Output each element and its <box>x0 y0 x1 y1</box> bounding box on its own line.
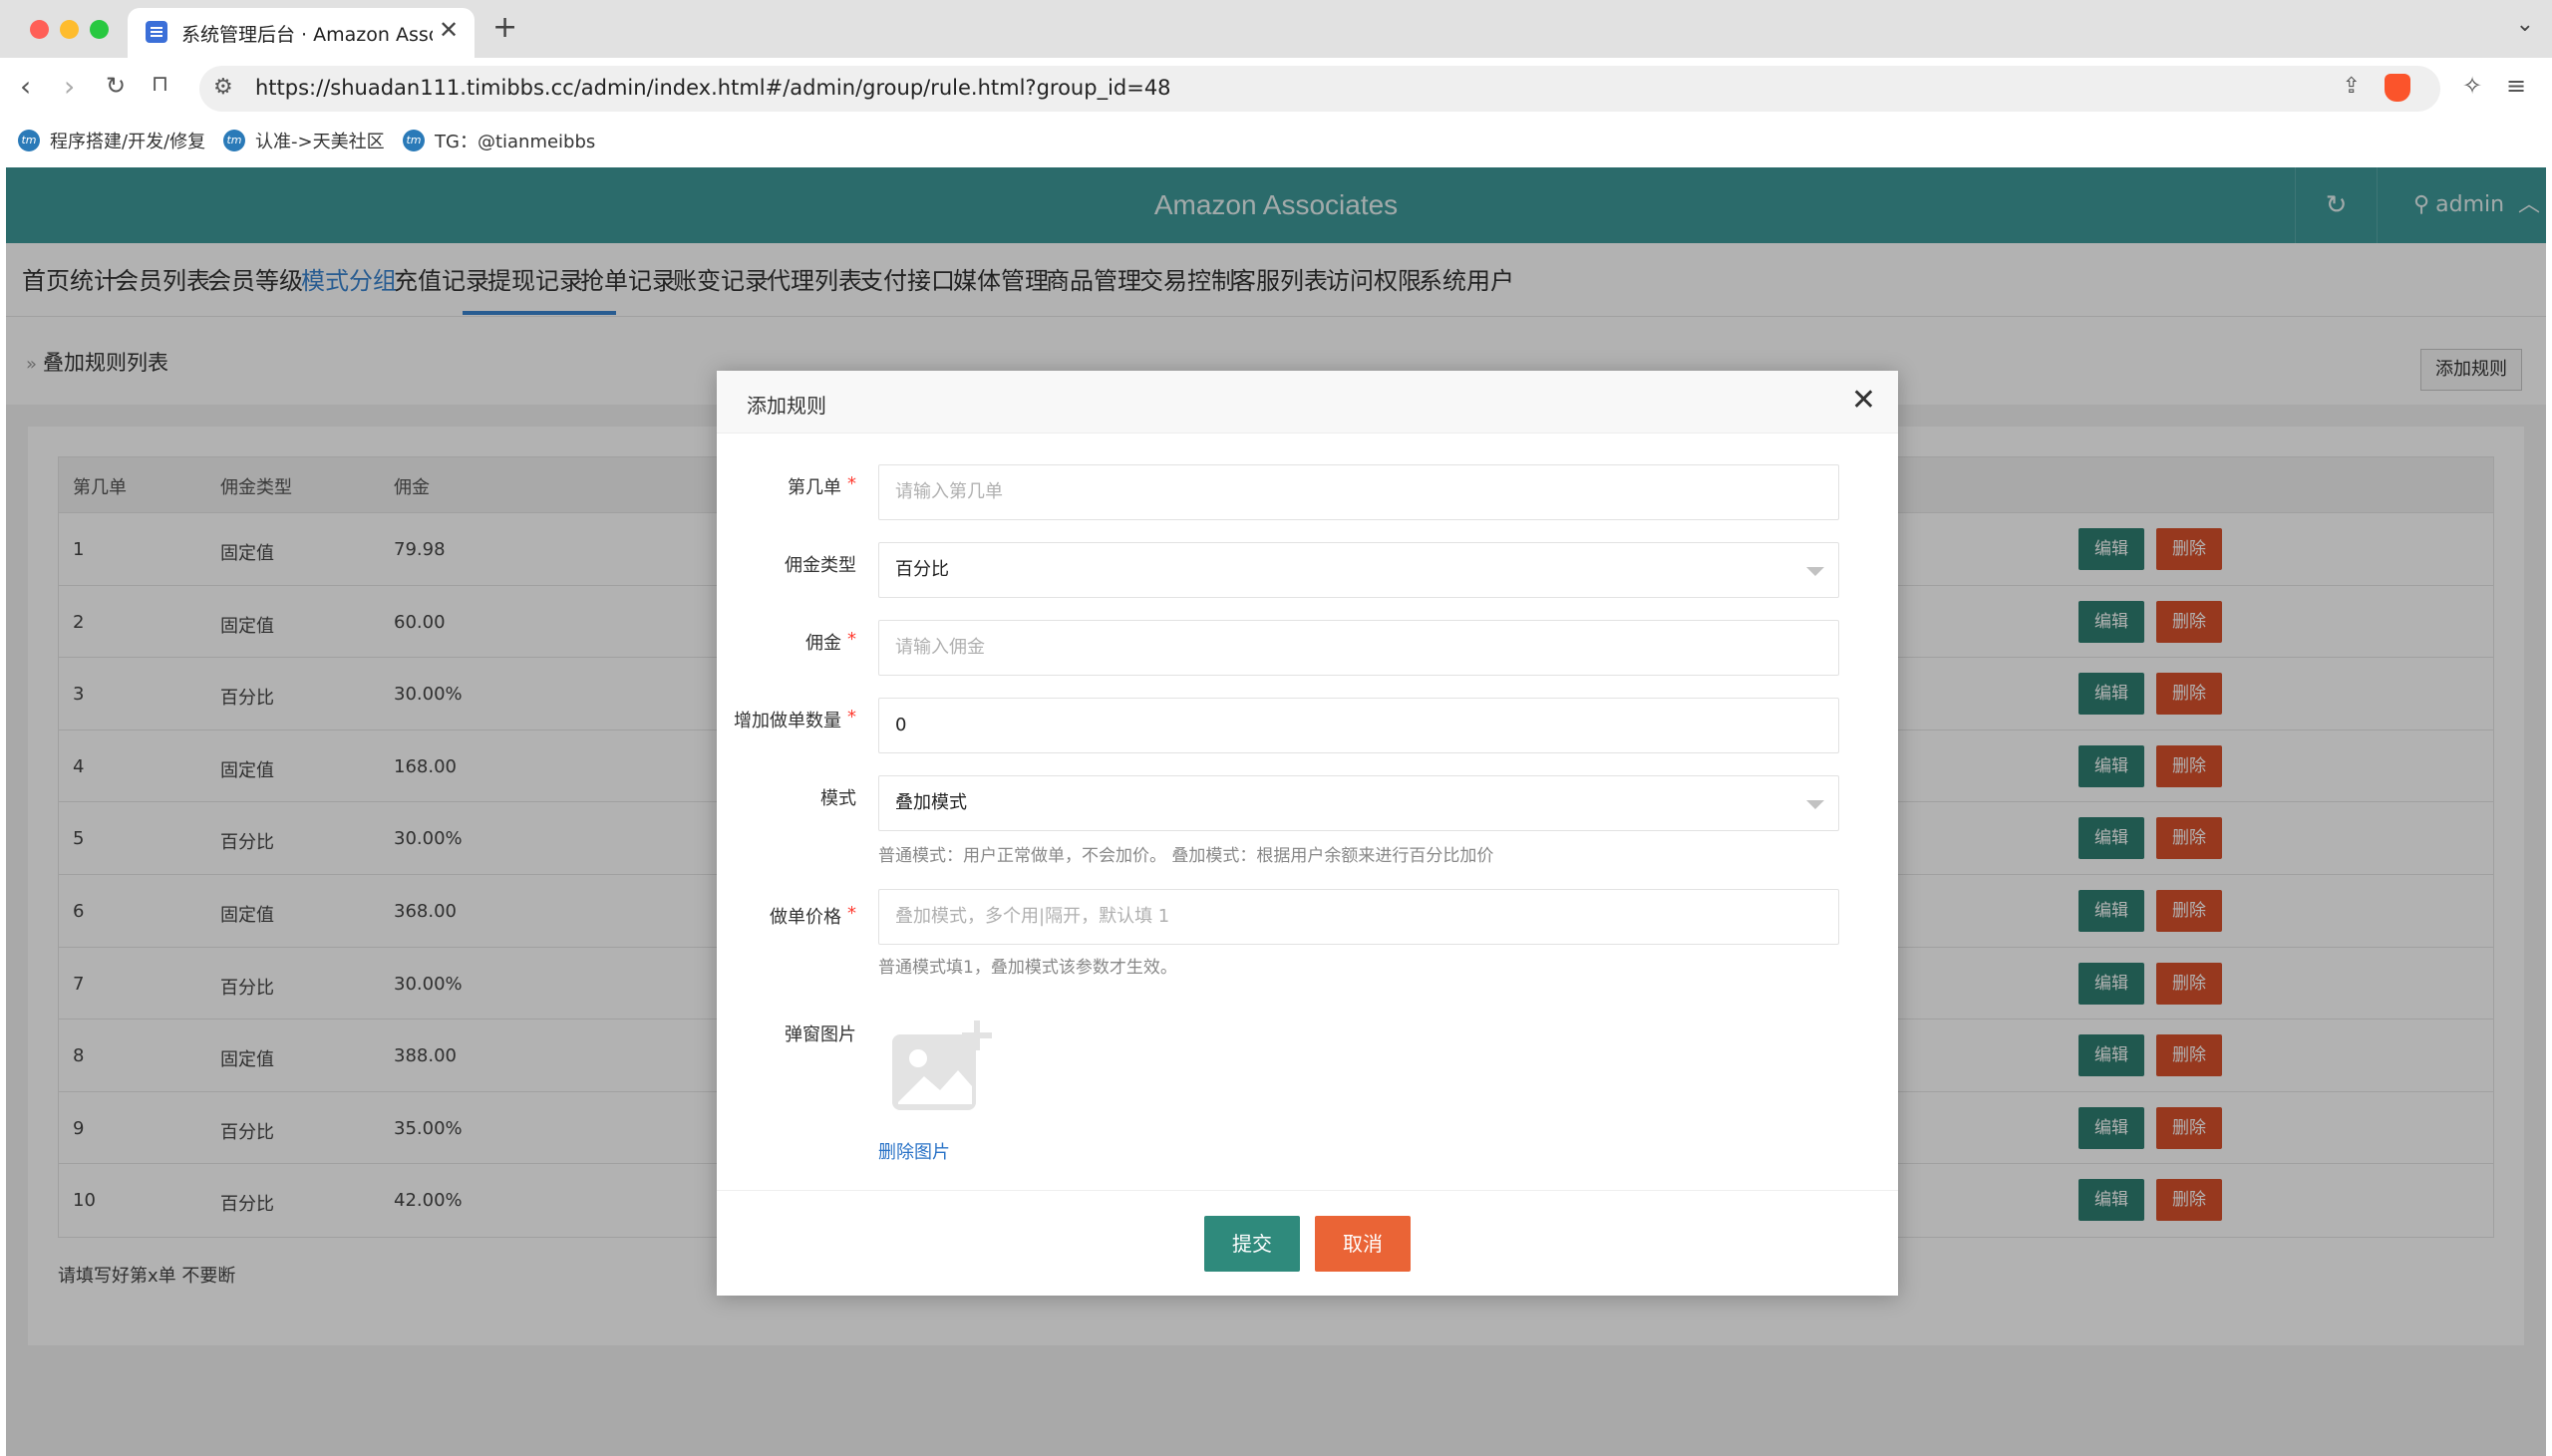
mode-help-text: 普通模式：用户正常做单，不会加价。 叠加模式：根据用户余额来进行百分比加价 <box>878 846 1494 866</box>
commission-label: 佣金 * <box>805 629 856 654</box>
bookmark-label: 程序搭建/开发/修复 <box>50 132 206 152</box>
maximize-window-button[interactable] <box>90 20 109 39</box>
bookmark-favicon-icon: tm <box>18 130 40 151</box>
close-icon[interactable]: ✕ <box>1851 383 1876 418</box>
mode-label: 模式 <box>820 788 856 809</box>
price-input[interactable]: 叠加模式，多个用|隔开，默认填 1 <box>878 889 1839 945</box>
address-bar[interactable]: ⚙ https://shuadan111.timibbs.cc/admin/in… <box>199 66 2440 112</box>
extra-count-label: 增加做单数量 * <box>734 707 856 731</box>
commission-type-label: 佣金类型 <box>785 555 856 576</box>
tab-favicon-icon <box>146 21 167 43</box>
required-mark: * <box>847 903 856 924</box>
reload-icon[interactable]: ↻ <box>106 72 126 100</box>
tab-title: 系统管理后台 · Amazon Associates <box>181 24 433 46</box>
order-no-input[interactable]: 请输入第几单 <box>878 464 1839 520</box>
mode-value: 叠加模式 <box>895 792 967 813</box>
browser-tab-bar: 系统管理后台 · Amazon Associates ✕ + ⌄ <box>0 0 2552 58</box>
brave-shield-icon[interactable] <box>2385 74 2410 102</box>
cancel-button[interactable]: 取消 <box>1315 1216 1411 1272</box>
image-upload-icon[interactable] <box>888 1019 998 1114</box>
forward-icon[interactable]: › <box>64 70 75 103</box>
commission-input[interactable]: 请输入佣金 <box>878 620 1839 676</box>
price-label: 做单价格 * <box>770 903 856 928</box>
bookmark-item[interactable]: tm TG：@tianmeibbs <box>403 128 595 153</box>
dialog-header: 添加规则 ✕ <box>717 371 1898 434</box>
popup-image-label: 弹窗图片 <box>785 1024 856 1045</box>
dropdown-caret-icon <box>1806 567 1824 576</box>
minimize-window-button[interactable] <box>60 20 79 39</box>
dialog-divider <box>717 1190 1898 1191</box>
bookmark-favicon-icon: tm <box>223 130 245 151</box>
address-url: https://shuadan111.timibbs.cc/admin/inde… <box>255 76 1171 100</box>
order-no-label: 第几单 * <box>788 473 856 498</box>
add-rule-dialog: 添加规则 ✕ 第几单 * 请输入第几单 佣金类型 百分比 佣金 * 请输入佣金 增加… <box>717 371 1898 1296</box>
bookmark-item[interactable]: tm 程序搭建/开发/修复 <box>18 128 205 153</box>
browser-toolbar: ‹ › ↻ ⊓ ⚙ https://shuadan111.timibbs.cc/… <box>0 58 2552 120</box>
share-icon[interactable]: ⇪ <box>2343 74 2361 99</box>
bookmark-label: TG：@tianmeibbs <box>435 132 596 152</box>
ai-sparkle-icon[interactable]: ✧ <box>2462 72 2482 100</box>
browser-tab[interactable]: 系统管理后台 · Amazon Associates ✕ <box>128 8 475 58</box>
extra-count-input[interactable]: 0 <box>878 698 1839 753</box>
delete-image-link[interactable]: 删除图片 <box>878 1138 950 1164</box>
back-icon[interactable]: ‹ <box>20 70 31 103</box>
required-mark: * <box>847 473 856 494</box>
tab-close-icon[interactable]: ✕ <box>439 16 459 44</box>
bookmark-icon[interactable]: ⊓ <box>152 72 168 97</box>
commission-type-select[interactable]: 百分比 <box>878 542 1839 598</box>
bookmark-favicon-icon: tm <box>403 130 425 151</box>
submit-button[interactable]: 提交 <box>1204 1216 1300 1272</box>
dropdown-caret-icon <box>1806 800 1824 809</box>
new-tab-icon[interactable]: + <box>492 10 517 45</box>
bookmark-label: 认准->天美社区 <box>255 132 385 152</box>
mode-select[interactable]: 叠加模式 <box>878 775 1839 831</box>
price-help-text: 普通模式填1，叠加模式该参数才生效。 <box>878 958 1177 978</box>
bookmark-item[interactable]: tm 认准->天美社区 <box>223 128 385 153</box>
commission-type-value: 百分比 <box>895 559 949 580</box>
close-window-button[interactable] <box>30 20 49 39</box>
required-mark: * <box>847 629 856 650</box>
tab-list-chevron-icon[interactable]: ⌄ <box>2516 12 2534 37</box>
required-mark: * <box>847 707 856 728</box>
site-settings-icon[interactable]: ⚙ <box>213 75 233 100</box>
menu-icon[interactable]: ≡ <box>2506 72 2526 100</box>
dialog-title: 添加规则 <box>747 394 826 418</box>
bookmarks-bar: tm 程序搭建/开发/修复 tm 认准->天美社区 tm TG：@tianmei… <box>0 120 2552 159</box>
